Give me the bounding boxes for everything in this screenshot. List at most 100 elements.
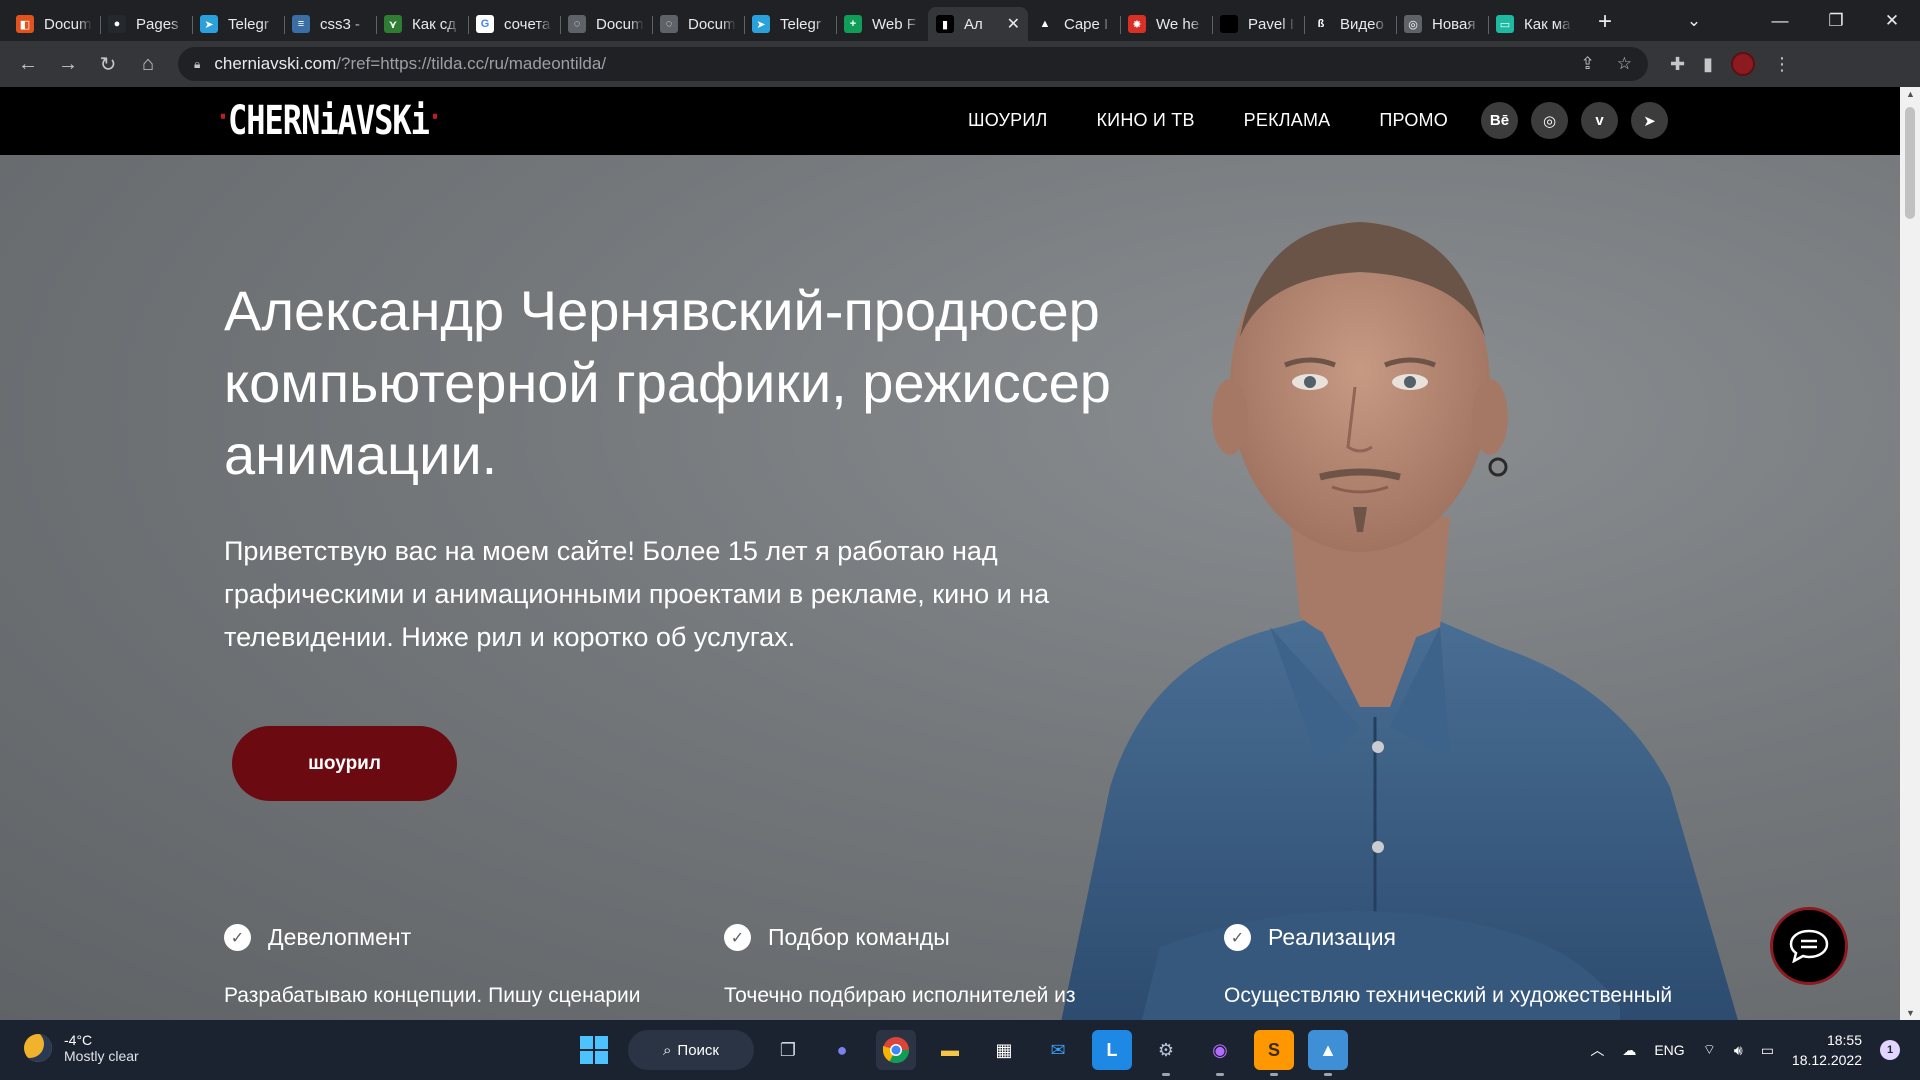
browser-tab[interactable]: + Web F [836,7,928,41]
browser-tab[interactable]: ◌ Docum [652,7,744,41]
weather-temperature: -4°C [64,1032,93,1048]
tab-title: сочета [504,15,551,33]
vimeo-icon[interactable]: v [1581,102,1618,139]
search-icon: ⌕ [663,1041,672,1059]
nav-advertising[interactable]: РЕКЛАМА [1244,110,1331,131]
instagram-icon[interactable]: ◎ [1531,102,1568,139]
close-tab-icon[interactable]: ✕ [1007,14,1020,34]
input-language[interactable]: ENG [1654,1042,1684,1058]
mail-icon[interactable]: ✉ [1038,1030,1078,1070]
chat-bubble-icon [1789,929,1829,963]
feature-realization: ✓ Реализация [1224,924,1396,951]
browser-tab[interactable]: ➤ Telegr [744,7,836,41]
check-icon: ✓ [224,924,251,951]
volume-icon[interactable]: 🔊︎ [1734,1042,1743,1059]
browser-tab[interactable]: ➤ Telegr [192,7,284,41]
lingvo-app-icon[interactable]: L [1092,1030,1132,1070]
tab-title: Docum [688,15,736,33]
main-nav: ШОУРИЛ КИНО И ТВ РЕКЛАМА ПРОМО [968,110,1448,131]
forward-button[interactable]: → [48,44,88,84]
tab-favicon-icon: ⋎ [384,15,402,33]
back-button[interactable]: ← [8,44,48,84]
tab-title: We he [1156,15,1200,33]
scroll-down-arrow-icon[interactable]: ▼ [1906,1008,1915,1018]
new-tab-button[interactable]: + [1598,8,1612,36]
start-windows-icon[interactable] [574,1030,614,1070]
browser-tab[interactable]: ● Pages [100,7,192,41]
clock[interactable]: 18:55 18.12.2022 [1792,1030,1862,1070]
browser-tab[interactable]: ✸ We he [1120,7,1212,41]
address-bar[interactable]: 🔒︎ cherniavski.com/?ref=https://tilda.cc… [178,47,1648,81]
onedrive-icon[interactable]: ☁ [1622,1042,1636,1059]
chrome-icon[interactable] [876,1030,916,1070]
browser-tab[interactable]: ≡ css3 - [284,7,376,41]
tab-favicon-icon: G [476,15,494,33]
nav-film-tv[interactable]: КИНО И ТВ [1097,110,1195,131]
chat-widget-button[interactable] [1770,907,1848,985]
close-window-button[interactable]: ✕ [1864,11,1920,31]
github-desktop-icon[interactable]: ◉ [1200,1030,1240,1076]
site-logo[interactable]: CHERNiAVSKi [221,96,437,144]
weather-description: Mostly clear [64,1048,139,1064]
teams-chat-icon[interactable]: ● [822,1030,862,1070]
settings-gear-icon[interactable]: ⚙ [1146,1030,1186,1076]
bookmark-star-icon[interactable]: ☆ [1617,54,1632,74]
battery-icon[interactable]: ▭ [1761,1042,1774,1059]
browser-tab[interactable]: ⋎ Как сд [376,7,468,41]
feature-description: Разрабатываю концепции. Пишу сценарии [224,984,641,1007]
weather-widget[interactable]: -4°C Mostly clear [24,1032,139,1064]
behance-icon[interactable]: Bē [1481,102,1518,139]
browser-menu-icon[interactable]: ⋮ [1773,54,1791,75]
share-icon[interactable]: ⇪ [1581,54,1595,74]
task-view-icon[interactable]: ❐ [768,1030,808,1070]
home-button[interactable]: ⌂ [128,44,168,84]
browser-tab[interactable]: ß Видео [1304,7,1396,41]
feature-development: ✓ Девелопмент [224,924,411,951]
showreel-button[interactable]: шоурил [232,726,457,801]
tab-favicon-icon: ▮ [936,15,954,33]
extensions-icon[interactable]: ✚ [1670,54,1685,75]
browser-tab[interactable]: ◌ Docum [560,7,652,41]
browser-tab[interactable]: Gсочета [468,7,560,41]
browser-tab[interactable]: Pavel I [1212,7,1304,41]
tab-title: Docum [44,15,92,33]
tab-favicon-icon: ◌ [660,15,678,33]
microsoft-store-icon[interactable]: ▦ [984,1030,1024,1070]
taskbar-search[interactable]: ⌕ Поиск [628,1030,754,1070]
wifi-icon[interactable]: ⌔ [1703,1041,1716,1059]
sublime-text-icon[interactable]: S [1254,1030,1294,1076]
social-links: Bē ◎ v ➤ [1481,102,1668,139]
browser-tab-strip: ◧ Docum ● Pages ➤ Telegr ≡ css3 - ⋎ Как сд Gсочета… [0,0,1920,41]
file-explorer-icon[interactable]: ▬ [930,1030,970,1070]
browser-tab[interactable]: ▲ Cape I [1028,7,1120,41]
scroll-up-arrow-icon[interactable]: ▲ [1906,89,1915,99]
side-panel-icon[interactable]: ▮ [1703,54,1713,75]
tab-list: ◧ Docum ● Pages ➤ Telegr ≡ css3 - ⋎ Как сд Gсочета… [0,0,1580,41]
profile-avatar[interactable] [1731,52,1755,76]
browser-tab[interactable]: ◎ Новая [1396,7,1488,41]
tab-title: Видео [1340,15,1384,33]
scrollbar-thumb[interactable] [1905,107,1915,219]
tab-title: Ал [964,15,983,33]
nav-showreel[interactable]: ШОУРИЛ [968,110,1048,131]
telegram-icon[interactable]: ➤ [1631,102,1668,139]
notification-badge[interactable]: 1 [1880,1040,1900,1060]
nav-promo[interactable]: ПРОМО [1379,110,1448,131]
show-hidden-icons-chevron[interactable]: ︿ [1590,1040,1604,1060]
photos-app-icon[interactable]: ▲ [1308,1030,1348,1076]
system-tray: ︿ ☁ ENG ⌔ 🔊︎ ▭ 18:55 18.12.2022 1 [1590,1020,1900,1080]
minimize-button[interactable]: — [1752,11,1808,31]
reload-button[interactable]: ↻ [88,44,128,84]
lock-icon[interactable]: 🔒︎ [194,57,200,72]
page-scrollbar[interactable]: ▲ ▼ [1900,87,1920,1020]
browser-tab-active[interactable]: ▮ Ал ✕ [928,7,1028,41]
browser-tab[interactable]: ◧ Docum [8,7,100,41]
restore-button[interactable]: ❐ [1808,11,1864,31]
tab-favicon-icon: ● [108,15,126,33]
tab-favicon-icon: ß [1312,15,1330,33]
feature-title: Подбор команды [768,924,950,950]
tab-favicon-icon: ≡ [292,15,310,33]
tab-search-chevron-icon[interactable]: ⌄ [1666,11,1722,31]
browser-tab[interactable]: ▭ Как ма [1488,7,1580,41]
clock-time: 18:55 [1826,1032,1862,1048]
